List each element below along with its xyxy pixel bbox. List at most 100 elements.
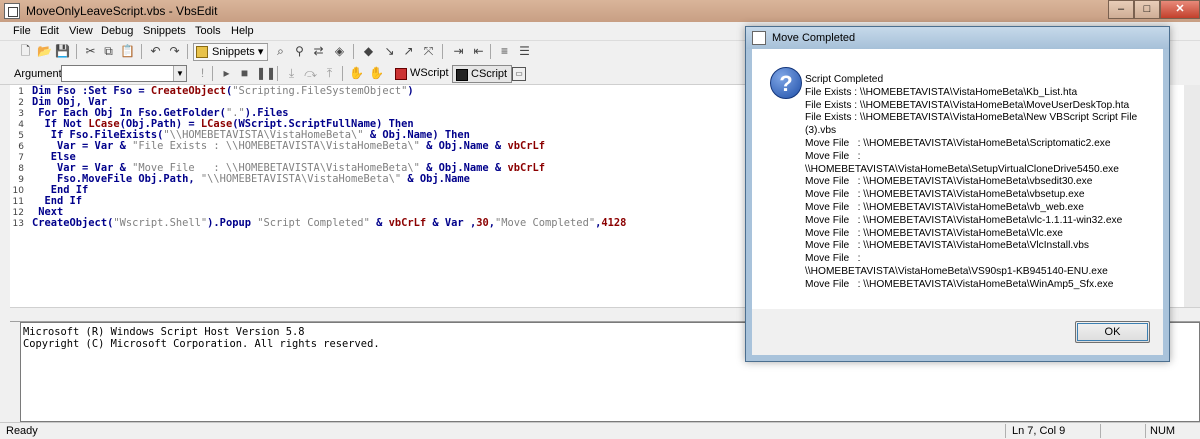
left-margin: [0, 85, 10, 422]
dialog-message-line: File Exists : \\HOMEBETAVISTA\VistaHomeB…: [805, 86, 1078, 98]
replace-icon[interactable]: ⇄: [310, 43, 327, 60]
code-line[interactable]: CreateObject("Wscript.Shell").Popup "Scr…: [32, 217, 626, 229]
arguments-combo[interactable]: ▼: [61, 65, 187, 82]
minimize-icon[interactable]: –: [1108, 0, 1134, 19]
cursor-position: Ln 7, Col 9: [1012, 425, 1066, 437]
dialog-message-line: Move File :: [805, 253, 861, 265]
line-number: 3: [18, 109, 24, 119]
menu-tools[interactable]: Tools: [195, 25, 221, 37]
status-text: Ready: [6, 425, 38, 437]
maximize-icon[interactable]: □: [1134, 0, 1160, 19]
main-toolbar: 🗋 📂 💾 ✂ ⧉ 📋 ↶ ↷ Snippets ▾ ⌕ ⚲ ⇄ ◈ ◆ ↘ ↗…: [0, 41, 750, 63]
dialog-title: Move Completed: [772, 32, 856, 44]
clear-bookmarks-icon[interactable]: ⤧: [420, 43, 437, 60]
menu-edit[interactable]: Edit: [40, 25, 59, 37]
copy-icon[interactable]: ⧉: [100, 43, 117, 60]
comment-icon[interactable]: ≡: [496, 43, 513, 60]
output-line: Microsoft (R) Windows Script Host Versio…: [23, 326, 305, 338]
wscript-label: WScript: [410, 67, 449, 79]
dialog-message-line: Move File : \\HOMEBETAVISTA\VistaHomeBet…: [805, 138, 1111, 149]
open-icon[interactable]: 📂: [36, 43, 53, 60]
outdent-icon[interactable]: ⇤: [470, 43, 487, 60]
wscript-icon: [395, 68, 407, 80]
menu-debug[interactable]: Debug: [101, 25, 133, 37]
dialog-footer: OK: [752, 309, 1163, 355]
hand-icon[interactable]: ✋: [348, 65, 365, 82]
dialog-message-line: Move File : \\HOMEBETAVISTA\VistaHomeBet…: [805, 278, 1114, 290]
status-bar: Ready Ln 7, Col 9 NUM: [0, 422, 1200, 439]
find-next-icon[interactable]: ⚲: [291, 43, 308, 60]
title-bar[interactable]: MoveOnlyLeaveScript.vbs - VbsEdit – □ ✕: [0, 0, 1200, 22]
stop-icon[interactable]: ■: [236, 65, 253, 82]
console-icon[interactable]: ▭: [512, 67, 526, 81]
exclamation-icon[interactable]: !: [194, 65, 211, 82]
dialog-message-line: Move File : \\HOMEBETAVISTA\VistaHomeBet…: [805, 214, 1123, 226]
indent-icon[interactable]: ⇥: [450, 43, 467, 60]
line-number: 5: [18, 131, 24, 141]
move-completed-dialog: Move Completed ? Script Completed File Ex…: [745, 26, 1170, 362]
object-browser-icon[interactable]: ◈: [331, 43, 348, 60]
ok-button[interactable]: OK: [1075, 321, 1150, 343]
redo-icon[interactable]: ↷: [166, 43, 183, 60]
dialog-message-line: (3).vbs: [805, 125, 837, 137]
code-line[interactable]: Var = Var & "File Exists : \\HOMEBETAVIS…: [32, 140, 545, 152]
line-number: 10: [12, 186, 24, 196]
line-number: 8: [18, 164, 24, 174]
find-icon[interactable]: ⌕: [272, 43, 289, 60]
new-icon[interactable]: 🗋: [17, 43, 34, 60]
window-title: MoveOnlyLeaveScript.vbs - VbsEdit: [26, 4, 218, 18]
dialog-message-line: Move File : \\HOMEBETAVISTA\VistaHomeBet…: [805, 176, 1093, 188]
dialog-message-line: Script Completed: [805, 74, 884, 85]
step-into-icon[interactable]: ⤓: [283, 65, 300, 82]
code-line[interactable]: Fso.MoveFile Obj.Path, "\\HOMEBETAVISTA\…: [32, 173, 470, 185]
output-line: Copyright (C) Microsoft Corporation. All…: [23, 338, 380, 350]
menu-file[interactable]: File: [13, 25, 31, 37]
step-over-icon[interactable]: ⤼: [302, 65, 319, 82]
line-number: 2: [18, 98, 24, 108]
save-icon[interactable]: 💾: [54, 43, 71, 60]
dialog-message-line: File Exists : \\HOMEBETAVISTA\VistaHomeB…: [805, 99, 1130, 111]
cscript-button[interactable]: CScript: [452, 65, 513, 83]
bookmark-icon[interactable]: ◆: [360, 43, 377, 60]
line-number: 11: [12, 197, 24, 207]
undo-icon[interactable]: ↶: [147, 43, 164, 60]
step-out-icon[interactable]: ⤒: [321, 65, 338, 82]
line-number: 12: [12, 208, 24, 218]
menu-snippets[interactable]: Snippets: [143, 25, 186, 37]
dialog-message-line: Move File : \\HOMEBETAVISTA\VistaHomeBet…: [805, 227, 1063, 239]
dialog-message-line: File Exists : \\HOMEBETAVISTA\VistaHomeB…: [805, 112, 1138, 124]
app-icon[interactable]: [4, 3, 20, 19]
dialog-message-line: Move File :: [805, 150, 861, 162]
cut-icon[interactable]: ✂: [82, 43, 99, 60]
uncomment-icon[interactable]: ☰: [516, 43, 533, 60]
menu-help[interactable]: Help: [231, 25, 254, 37]
pause-icon[interactable]: ❚❚: [256, 65, 276, 82]
line-number: 4: [18, 120, 24, 130]
breakpoint-icon[interactable]: ✋: [368, 65, 385, 82]
dialog-message-line: Move File : \\HOMEBETAVISTA\VistaHomeBet…: [805, 240, 1090, 252]
chevron-down-icon[interactable]: ▼: [173, 66, 186, 81]
paste-icon[interactable]: 📋: [119, 43, 136, 60]
prev-bookmark-icon[interactable]: ↗: [400, 43, 417, 60]
line-number: 1: [18, 87, 24, 97]
num-lock-indicator: NUM: [1150, 425, 1176, 437]
dialog-app-icon: [752, 31, 766, 45]
wscript-button[interactable]: WScript: [392, 65, 453, 83]
close-icon[interactable]: ✕: [1160, 0, 1200, 19]
next-bookmark-icon[interactable]: ↘: [381, 43, 398, 60]
line-number: 13: [12, 219, 24, 229]
line-number: 6: [18, 142, 24, 152]
editor-scrollbar[interactable]: [1184, 85, 1200, 307]
cscript-icon: [456, 69, 468, 81]
line-number-gutter: 1 2 3 4 5 6 7 8 9 10 11 12 13: [10, 85, 26, 307]
question-icon: ?: [770, 67, 802, 99]
snippets-button[interactable]: Snippets ▾: [193, 43, 269, 61]
dialog-message-line: \\HOMEBETAVISTA\VistaHomeBeta\SetupVirtu…: [805, 163, 1119, 175]
line-number: 7: [18, 153, 24, 163]
run-icon[interactable]: ▸: [218, 65, 235, 82]
dialog-title-bar[interactable]: Move Completed: [746, 27, 1169, 49]
dialog-message-line: \\HOMEBETAVISTA\VistaHomeBeta\VS90sp1-KB…: [805, 266, 1108, 277]
dialog-message-line: Move File : \\HOMEBETAVISTA\VistaHomeBet…: [805, 202, 1084, 213]
cscript-label: CScript: [471, 68, 508, 80]
menu-view[interactable]: View: [69, 25, 93, 37]
